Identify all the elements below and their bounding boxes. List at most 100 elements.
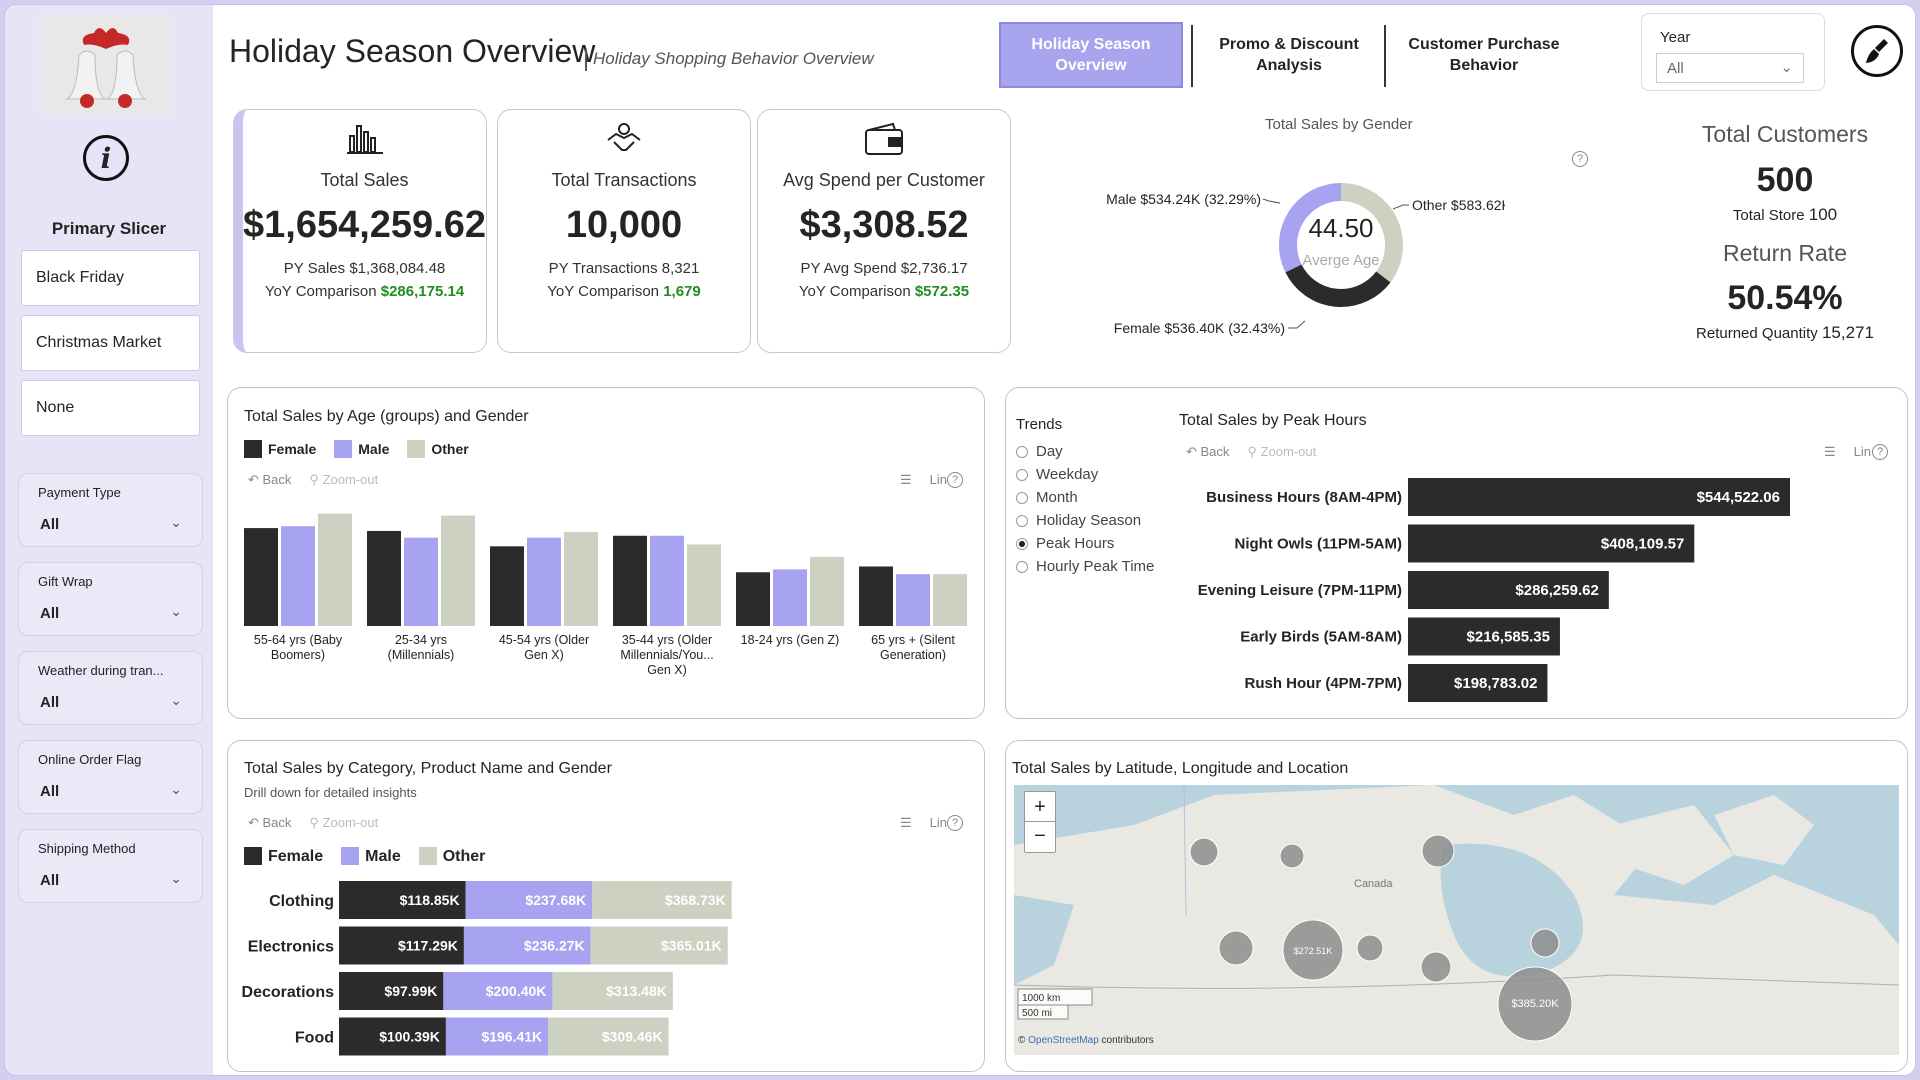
tab-customer-purchase-behavior[interactable]: Customer Purchase Behavior [1389,22,1579,88]
gift-wrap-slicer[interactable]: Gift Wrap All ⌄ [18,562,203,636]
chart-scale-toggle[interactable]: ☰ Lin [900,472,947,488]
chevron-down-icon[interactable]: ⌄ [170,781,182,798]
payment-type-slicer[interactable]: Payment Type All ⌄ [18,473,203,547]
weather-slicer[interactable]: Weather during tran... All ⌄ [18,651,203,725]
back-button[interactable]: ↶ Back [248,815,291,831]
data-label: $100.39K [379,1029,440,1045]
trend-option-weekday[interactable]: Weekday [1016,463,1154,486]
year-slicer[interactable]: Year All ⌄ [1641,13,1825,91]
bar-male[interactable] [896,574,930,626]
bar-male[interactable] [281,526,315,626]
back-button[interactable]: ↶ Back [248,472,291,488]
clear-filters-broom-icon[interactable] [1851,25,1903,77]
radio-button[interactable] [1016,491,1028,504]
data-label: $196.41K [481,1029,542,1045]
data-label: $544,522.06 [1697,489,1780,506]
chart-legend: Female Male Other [244,440,469,458]
online-order-flag-slicer[interactable]: Online Order Flag All ⌄ [18,740,203,814]
bar-other[interactable] [687,544,721,626]
data-label: $286,259.62 [1515,582,1598,599]
christmas-bells-logo [39,15,173,115]
tab-promo-discount-analysis[interactable]: Promo & Discount Analysis [1199,22,1379,88]
map-bubble[interactable] [1189,837,1219,867]
trend-option-day[interactable]: Day [1016,440,1154,463]
data-label: $97.99K [384,983,437,999]
bar-other[interactable] [810,556,844,626]
data-label: $309.46K [602,1029,663,1045]
chart-title: Total Sales by Category, Product Name an… [244,760,612,777]
bar-female[interactable] [613,535,647,626]
bar-female[interactable] [736,572,770,626]
chevron-down-icon[interactable]: ⌄ [170,603,182,620]
donut-slice-female[interactable] [1285,264,1391,307]
help-icon[interactable]: ? [947,472,963,488]
radio-button[interactable] [1016,468,1028,481]
map-bubble[interactable] [1420,951,1452,983]
legend-male[interactable]: Male [334,440,389,458]
bar-other[interactable] [564,531,598,626]
radio-button[interactable] [1016,537,1028,550]
legend-other[interactable]: Other [418,847,485,866]
kpi-card-avg-spend: Avg Spend per Customer $3,308.52 PY Avg … [757,109,1011,353]
help-icon[interactable]: ? [1872,444,1888,460]
zoom-out-button[interactable]: ⚲ Zoom-out [309,815,378,831]
bar-male[interactable] [650,535,684,626]
kpi-value: $3,308.52 [799,204,969,246]
chart-toolbar: ↶ Back ⚲ Zoom-out [248,815,378,831]
shipping-method-slicer[interactable]: Shipping Method All ⌄ [18,829,203,903]
radio-button[interactable] [1016,445,1028,458]
chart-scale-toggle[interactable]: ☰ Lin [1824,444,1871,460]
zoom-out-map-button[interactable]: − [1025,822,1055,852]
total-store: Total Store 100 [1732,205,1838,224]
peak-hours-panel: Trends Day Weekday Month Holiday Season Peak… [1005,387,1908,719]
map-canvas[interactable]: Canada $272.51K $385.20K 1000 km 500 mi … [1014,785,1899,1055]
map-bubble[interactable] [1530,928,1560,958]
radio-button[interactable] [1016,560,1028,573]
help-icon[interactable]: ? [947,815,963,831]
legend-female[interactable]: Female [244,847,323,866]
bar-female[interactable] [490,546,524,626]
chart-scale-toggle[interactable]: ☰ Lin [900,815,947,831]
zoom-out-button[interactable]: ⚲ Zoom-out [309,472,378,488]
bar-male[interactable] [527,537,561,626]
category-chart-panel: Total Sales by Category, Product Name an… [227,740,985,1072]
zoom-out-button[interactable]: ⚲ Zoom-out [1247,444,1316,460]
trend-option-hourly-peak-time[interactable]: Hourly Peak Time [1016,555,1154,578]
kpi-label: Total Sales [320,170,409,190]
chevron-down-icon[interactable]: ⌄ [170,692,182,709]
trend-option-month[interactable]: Month [1016,486,1154,509]
bar-other[interactable] [441,515,475,626]
total-customers-value: 500 [1756,161,1814,199]
map-bubble[interactable] [1421,834,1455,868]
bar-other[interactable] [933,574,967,626]
bar-other[interactable] [318,513,352,626]
trend-option-holiday-season[interactable]: Holiday Season [1016,509,1154,532]
data-label: $313.48K [606,983,667,999]
bar-female[interactable] [244,528,278,626]
bar-female[interactable] [859,566,893,626]
map-bubble[interactable] [1218,930,1254,966]
tab-holiday-season-overview[interactable]: Holiday Season Overview [999,22,1183,88]
chevron-down-icon[interactable]: ⌄ [170,870,182,887]
help-icon[interactable]: ? [1572,151,1588,167]
chevron-down-icon[interactable]: ⌄ [170,514,182,531]
tab-divider [1384,25,1386,87]
year-dropdown[interactable]: All ⌄ [1656,53,1804,83]
legend-female[interactable]: Female [244,440,316,458]
bar-male[interactable] [773,569,807,626]
back-button[interactable]: ↶ Back [1186,444,1229,460]
bar-male[interactable] [404,537,438,626]
legend-male[interactable]: Male [341,847,401,866]
primary-option-black-friday[interactable]: Black Friday [21,250,200,306]
map-bubble[interactable] [1279,843,1305,869]
primary-option-none[interactable]: None [21,380,200,436]
zoom-in-button[interactable]: + [1025,792,1055,822]
radio-button[interactable] [1016,514,1028,527]
info-icon[interactable]: i [83,135,129,181]
legend-other[interactable]: Other [407,440,469,458]
donut-center-label: Averge Age [1302,252,1379,269]
primary-option-christmas-market[interactable]: Christmas Market [21,315,200,371]
bar-female[interactable] [367,530,401,626]
trend-option-peak-hours[interactable]: Peak Hours [1016,532,1154,555]
map-bubble[interactable] [1356,934,1384,962]
